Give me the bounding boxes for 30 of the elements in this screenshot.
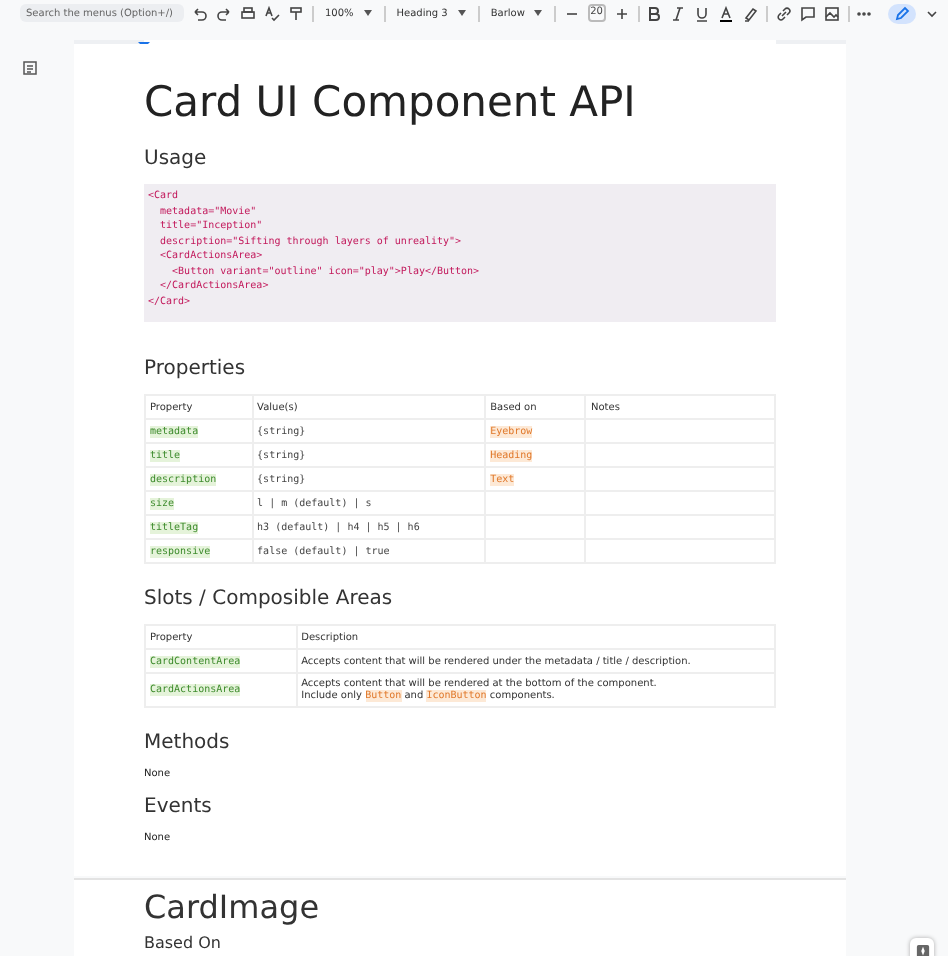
spellcheck-icon[interactable]	[264, 5, 280, 21]
pencil-icon	[894, 5, 911, 21]
editing-mode-button[interactable]	[888, 3, 917, 23]
caret-icon	[457, 10, 466, 16]
section-title: CardImage	[144, 888, 322, 928]
redo-icon[interactable]	[216, 5, 232, 21]
outline-icon[interactable]	[22, 60, 38, 76]
collapse-icon[interactable]	[924, 5, 941, 21]
caret-icon	[363, 10, 372, 16]
document-title: Card UI Component API	[144, 76, 638, 128]
image-icon[interactable]	[823, 5, 840, 21]
section-heading: Methods	[144, 732, 232, 756]
link-icon[interactable]	[775, 5, 792, 21]
print-icon[interactable]	[240, 5, 256, 21]
section-heading: Properties	[144, 358, 248, 382]
bold-icon[interactable]	[646, 5, 663, 21]
section-heading: Events	[144, 796, 214, 820]
explore-button[interactable]	[910, 938, 934, 956]
undo-icon[interactable]	[192, 5, 208, 21]
text-color-icon[interactable]	[718, 5, 735, 21]
highlighter-icon[interactable]	[742, 5, 759, 21]
underline-icon[interactable]	[694, 5, 711, 21]
comment-icon[interactable]	[799, 5, 816, 21]
italic-icon[interactable]	[670, 5, 687, 21]
subsection-heading: Based On	[144, 932, 223, 956]
caret-icon	[534, 10, 543, 16]
plus-icon[interactable]	[613, 5, 630, 21]
section-heading: Slots / Composible Areas	[144, 588, 395, 612]
section-heading: Usage	[144, 148, 209, 172]
paint-format-icon[interactable]	[288, 5, 304, 21]
